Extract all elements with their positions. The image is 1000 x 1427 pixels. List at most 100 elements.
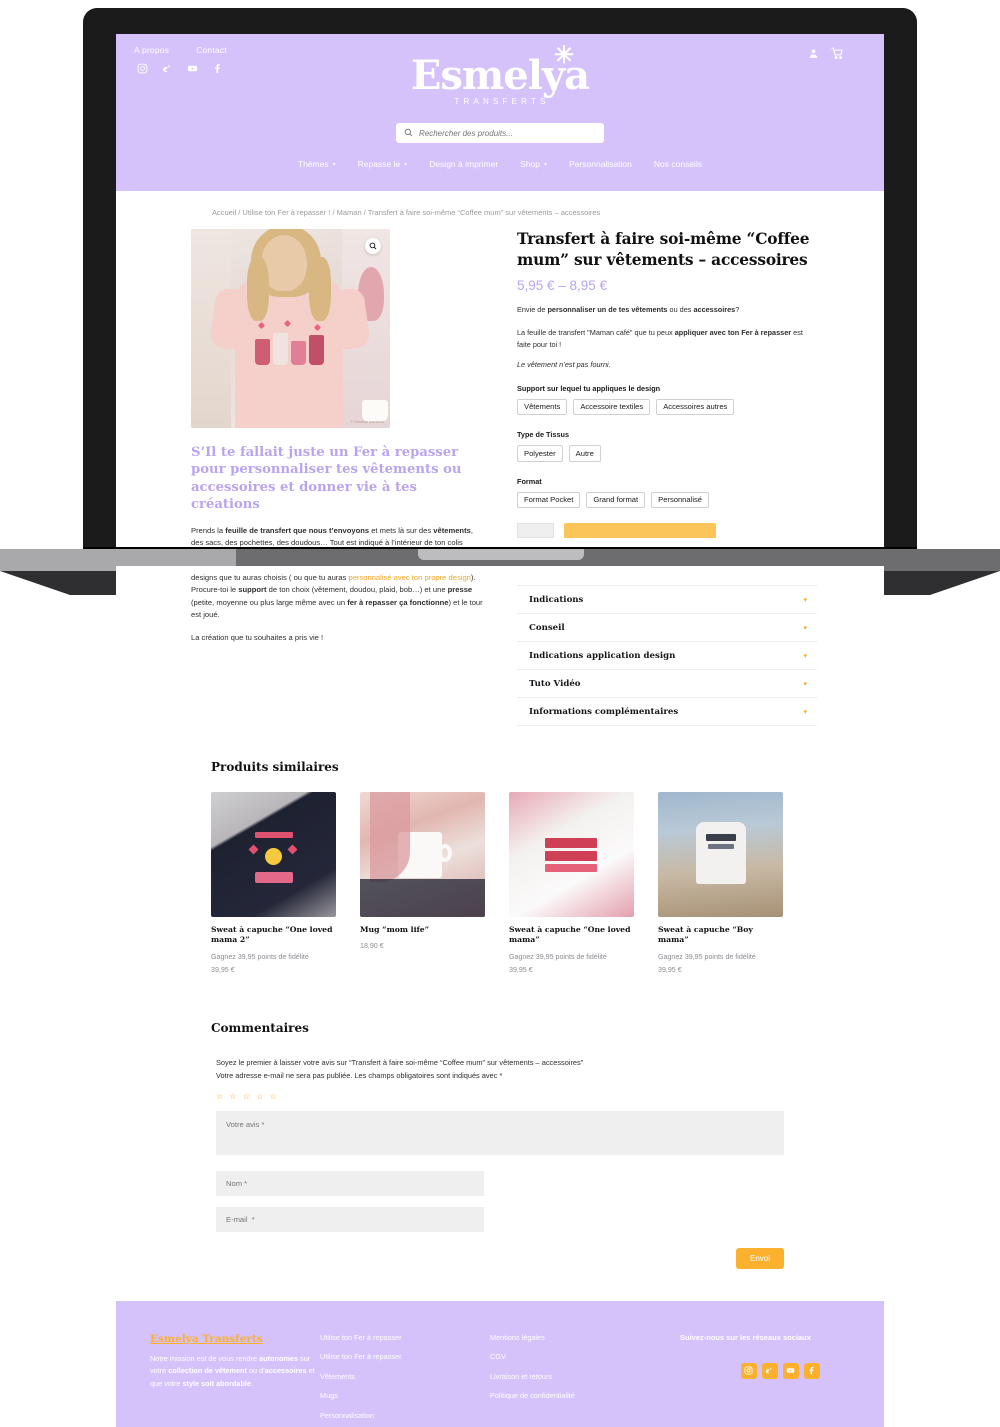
youtube-icon[interactable] bbox=[187, 63, 198, 74]
image-credit: © Esmelya transferts bbox=[350, 420, 384, 424]
nav-item-themes[interactable]: Thèmes ▾ bbox=[298, 159, 336, 169]
option-choices: Vêtements Accessoire textiles Accessoire… bbox=[517, 398, 817, 416]
footer-link-mentions-legales[interactable]: Mentions légales bbox=[490, 1333, 680, 1342]
option-autre[interactable]: Autre bbox=[568, 445, 601, 462]
tiktok-icon[interactable] bbox=[761, 1362, 778, 1379]
description-paragraph-3: designs que tu auras choisis ( ou que tu… bbox=[191, 573, 483, 619]
related-product-card[interactable]: Mug “mom life” 18,90 € bbox=[360, 792, 485, 974]
lower-left-column: designs que tu auras choisis ( ou que tu… bbox=[191, 566, 491, 726]
facebook-icon[interactable] bbox=[803, 1362, 820, 1379]
site-logo[interactable]: Esmelya ✳ TRANSFERTS bbox=[116, 34, 884, 107]
laptop-bezel-top bbox=[83, 8, 917, 34]
option-label: Type de Tissus bbox=[517, 430, 570, 440]
nav-item-design-a-imprimer[interactable]: Design à imprimer bbox=[429, 159, 498, 169]
rating-stars[interactable]: ☆ ☆ ☆ ☆ ☆ bbox=[216, 1092, 884, 1101]
review-email-input[interactable] bbox=[216, 1206, 484, 1232]
review-textarea[interactable] bbox=[216, 1110, 784, 1155]
related-product-card[interactable]: Sweat à capuche “One loved mama 2” Gagne… bbox=[211, 792, 336, 974]
user-icon[interactable] bbox=[808, 48, 819, 59]
link-a-propos[interactable]: A propos bbox=[134, 45, 169, 55]
related-product-card[interactable]: Sweat à capuche “Boy mama” Gagnez 39,95 … bbox=[658, 792, 783, 974]
instagram-icon[interactable] bbox=[137, 63, 148, 74]
option-accessoires-autres[interactable]: Accessoires autres bbox=[656, 398, 735, 416]
related-product-price: 39,95 € bbox=[658, 965, 682, 974]
related-product-points: Gagnez 39,95 points de fidélité bbox=[211, 952, 309, 961]
purchase-row bbox=[517, 523, 817, 539]
accordion-item-tuto-video[interactable]: Tuto Vidéo ▾ bbox=[517, 669, 817, 697]
reviews-section: Commentaires Soyez le premier à laisser … bbox=[116, 1021, 884, 1269]
option-vetements[interactable]: Vêtements bbox=[517, 398, 568, 416]
related-product-card[interactable]: Sweat à capuche “One loved mama” Gagnez … bbox=[509, 792, 634, 974]
product-thumbnail[interactable] bbox=[509, 792, 634, 917]
product-thumbnail[interactable] bbox=[360, 792, 485, 917]
header-account-actions bbox=[808, 47, 844, 60]
footer-link-politique-confidentialite[interactable]: Politique de confidentialité bbox=[490, 1391, 680, 1400]
footer-link-cgv[interactable]: CGV bbox=[490, 1352, 680, 1361]
footer-brand[interactable]: Esmelya Transferts bbox=[150, 1333, 320, 1345]
link-contact[interactable]: Contact bbox=[196, 45, 227, 55]
nav-item-repasse-le[interactable]: Repasse le ▾ bbox=[358, 159, 408, 169]
magnifier-icon[interactable] bbox=[365, 238, 381, 254]
accordion-item-conseil[interactable]: Conseil ▾ bbox=[517, 613, 817, 641]
footer-link-utilise-fer-1[interactable]: Utilise ton Fer à repasser bbox=[320, 1333, 490, 1342]
link-personnalise-design[interactable]: personnalisé avec ton propre design bbox=[348, 573, 470, 582]
flower-star-icon: ✳ bbox=[553, 40, 574, 69]
footer-link-mugs[interactable]: Mugs bbox=[320, 1391, 490, 1400]
accordion-item-informations-complementaires[interactable]: Informations complémentaires ▾ bbox=[517, 697, 817, 726]
chevron-down-icon: ▾ bbox=[803, 708, 807, 716]
product-image[interactable]: © Esmelya transferts bbox=[191, 229, 390, 428]
cart-icon[interactable] bbox=[831, 47, 844, 60]
breadcrumb[interactable]: Accueil / Utilise ton Fer à repasser ! /… bbox=[116, 191, 884, 217]
search-input[interactable] bbox=[419, 128, 596, 138]
related-product-price: 18,90 € bbox=[360, 942, 384, 951]
lead-heading: S’Il te fallait juste un Fer à repasser … bbox=[191, 445, 462, 513]
footer-shop-column: Utilise ton Fer à repasser Utilise ton F… bbox=[320, 1333, 490, 1427]
header-social-links bbox=[134, 63, 227, 74]
instagram-icon[interactable] bbox=[740, 1362, 757, 1379]
submit-review-button[interactable]: Envoi bbox=[735, 1247, 784, 1269]
footer-social-column: Suivez-nous sur les réseaux sociaux bbox=[680, 1333, 880, 1427]
nav-item-personnalisation[interactable]: Personnalisation bbox=[569, 159, 632, 169]
youtube-icon[interactable] bbox=[782, 1362, 799, 1379]
tiktok-icon[interactable] bbox=[162, 63, 173, 74]
nav-item-shop[interactable]: Shop ▾ bbox=[520, 159, 547, 169]
utility-links: A propos Contact bbox=[134, 45, 227, 55]
product-thumbnail[interactable] bbox=[658, 792, 783, 917]
add-to-cart-button[interactable] bbox=[564, 523, 716, 539]
option-grand-format[interactable]: Grand format bbox=[586, 491, 646, 509]
related-products-section: Produits similaires Sweat à capuche “One… bbox=[116, 760, 884, 974]
footer-link-vetements[interactable]: Vêtements bbox=[320, 1372, 490, 1381]
option-group-tissus: Type de Tissus Polyester Autre bbox=[517, 430, 817, 462]
nav-item-nos-conseils[interactable]: Nos conseils bbox=[654, 159, 702, 169]
option-accessoire-textiles[interactable]: Accessoire textiles bbox=[573, 398, 651, 416]
nav-label: Repasse le bbox=[357, 159, 401, 169]
option-personnalise[interactable]: Personnalisé bbox=[651, 491, 710, 509]
footer-columns: Esmelya Transferts Notre mission est de … bbox=[116, 1333, 884, 1427]
option-polyester[interactable]: Polyester bbox=[517, 445, 563, 462]
accordion-item-indications[interactable]: Indications ▾ bbox=[517, 585, 817, 613]
logo-wordmark: Esmelya ✳ bbox=[411, 43, 590, 96]
search-box[interactable] bbox=[396, 123, 604, 143]
option-label: Format bbox=[517, 476, 542, 486]
laptop-notch bbox=[418, 549, 584, 560]
footer-social-heading: Suivez-nous sur les réseaux sociaux bbox=[680, 1332, 811, 1342]
related-product-name: Sweat à capuche “One loved mama 2” bbox=[211, 925, 333, 945]
chevron-down-icon: ▾ bbox=[803, 624, 807, 632]
footer-link-personnalisation[interactable]: Personnalisation bbox=[320, 1411, 490, 1420]
accordion-item-indications-application-design[interactable]: Indications application design ▾ bbox=[517, 641, 817, 669]
related-product-name: Sweat à capuche “Boy mama” bbox=[658, 925, 753, 945]
footer-legal-column: Mentions légales CGV Livraison et retour… bbox=[490, 1333, 680, 1427]
option-format-pocket[interactable]: Format Pocket bbox=[517, 491, 581, 509]
option-choices: Polyester Autre bbox=[517, 445, 817, 462]
product-thumbnail[interactable] bbox=[211, 792, 336, 917]
chevron-down-icon: ▾ bbox=[803, 680, 807, 688]
footer-link-utilise-fer-2[interactable]: Utilise ton Fer à repasser bbox=[320, 1352, 490, 1361]
option-group-format: Format Format Pocket Grand format Person… bbox=[517, 477, 817, 509]
review-name-input[interactable] bbox=[216, 1170, 484, 1196]
facebook-icon[interactable] bbox=[212, 63, 223, 74]
laptop-bezel-right bbox=[884, 30, 917, 554]
footer-link-livraison-retours[interactable]: Livraison et retours bbox=[490, 1372, 680, 1381]
product-main: © Esmelya transferts S’Il te fallait jus… bbox=[116, 217, 884, 554]
quantity-stepper[interactable] bbox=[517, 523, 554, 539]
lower-two-column: designs que tu auras choisis ( ou que tu… bbox=[116, 566, 884, 726]
